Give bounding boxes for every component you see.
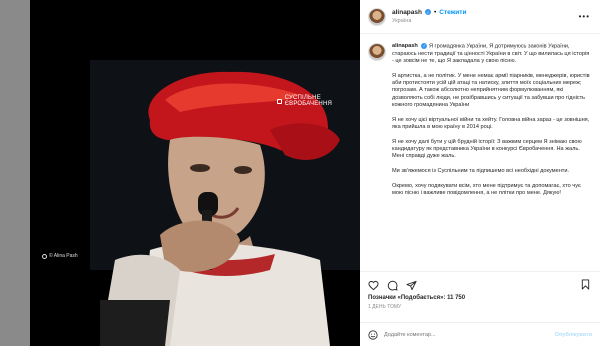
- caption-paragraph: alinapash ✓ Я громадянка України, Я дотр…: [392, 43, 590, 65]
- broadcast-label: СУСПІЛЬНЕ ЄВРОБАЧЕННЯ: [284, 95, 333, 107]
- broadcast-icon: [277, 98, 282, 104]
- publish-button[interactable]: Опублікувати: [555, 332, 592, 338]
- comment-input[interactable]: [384, 331, 555, 338]
- post-time[interactable]: 1 ДЕНЬ ТОМУ: [360, 304, 600, 310]
- singer-photo: [30, 0, 360, 346]
- post-modal: СУСПІЛЬНЕ ЄВРОБАЧЕННЯ © Alina Pash alina…: [30, 0, 600, 346]
- caption-paragraph: Окремо, хочу подякувати всім, хто мене п…: [392, 183, 581, 197]
- actions-section: Позначки «Подобається»: 11 750 1 ДЕНЬ ТО…: [360, 271, 600, 315]
- photo-credit: © Alina Pash: [42, 253, 78, 259]
- caption-paragraph: Я артистка, а не політик. У мене немає а…: [392, 72, 590, 108]
- caption-paragraph: Я не хочу цієї віртуальної війни та хейт…: [392, 116, 590, 131]
- caption-row: alinapash ✓ Я громадянка України, Я дотр…: [368, 43, 590, 205]
- caption-avatar[interactable]: [368, 43, 386, 61]
- heart-icon[interactable]: [368, 280, 379, 291]
- location-link[interactable]: Україна: [392, 17, 466, 26]
- separator-dot: •: [433, 8, 437, 16]
- emoji-icon[interactable]: [368, 329, 378, 340]
- caption-username[interactable]: alinapash: [392, 43, 418, 49]
- verified-icon: ✓: [424, 9, 431, 15]
- photo-credit-text: © Alina Pash: [49, 253, 78, 259]
- header-row: alinapash ✓ • Стежити: [392, 8, 466, 17]
- username-link[interactable]: alinapash: [392, 8, 422, 17]
- action-icons: [360, 272, 600, 292]
- header-text: alinapash ✓ • Стежити Україна: [392, 8, 466, 26]
- comment-bar: Опублікувати: [360, 322, 600, 346]
- avatar[interactable]: [368, 7, 386, 26]
- post-panel: alinapash ✓ • Стежити Україна ••• alinap…: [360, 0, 600, 346]
- comment-icon[interactable]: [387, 280, 398, 291]
- copyright-icon: [42, 253, 47, 259]
- caption-body: alinapash ✓ Я громадянка України, Я дотр…: [392, 43, 590, 205]
- post-header: alinapash ✓ • Стежити Україна •••: [360, 0, 600, 34]
- post-image[interactable]: СУСПІЛЬНЕ ЄВРОБАЧЕННЯ © Alina Pash: [30, 0, 360, 346]
- follow-button[interactable]: Стежити: [439, 8, 466, 17]
- share-icon[interactable]: [406, 280, 417, 291]
- caption: alinapash ✓ Я громадянка України, Я дотр…: [360, 35, 600, 271]
- bookmark-icon[interactable]: [580, 279, 591, 290]
- verified-icon: ✓: [421, 43, 428, 49]
- caption-paragraph: Ми зв'яжемося із Суспільним та підпишемо…: [392, 168, 570, 175]
- more-options-button[interactable]: •••: [579, 12, 590, 21]
- caption-paragraph: Я не хочу далі бути у цій брудній історі…: [392, 138, 582, 160]
- likes-count[interactable]: Позначки «Подобається»: 11 750: [360, 295, 600, 301]
- broadcast-logo: СУСПІЛЬНЕ ЄВРОБАЧЕННЯ: [277, 95, 360, 107]
